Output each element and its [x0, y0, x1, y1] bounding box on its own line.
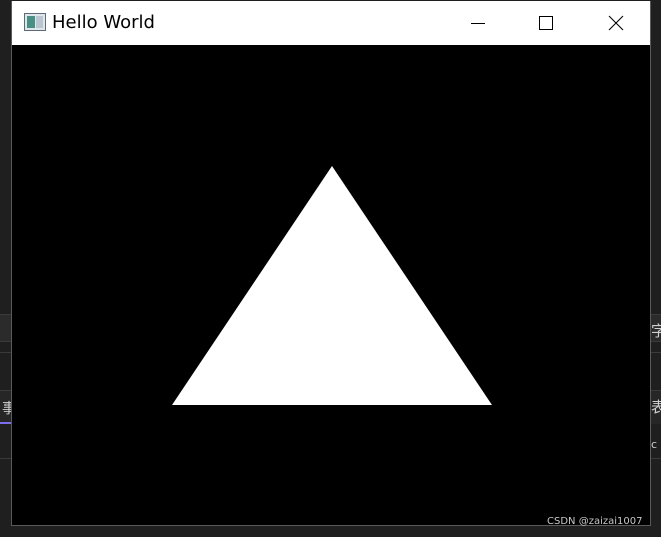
- background-text-fragment: 字: [651, 322, 661, 340]
- minimize-icon: [471, 23, 485, 24]
- maximize-button[interactable]: [512, 1, 580, 45]
- background-text-fragment: 表: [651, 398, 661, 416]
- title-bar[interactable]: Hello World: [12, 1, 650, 45]
- desktop: 事 字 表 c Hello World CSDN @zaizai1007: [0, 0, 661, 537]
- minimize-button[interactable]: [444, 1, 512, 45]
- render-canvas: [12, 45, 650, 525]
- close-icon: [608, 15, 624, 31]
- close-button[interactable]: [582, 1, 650, 45]
- app-window: Hello World: [11, 1, 651, 526]
- maximize-icon: [539, 16, 553, 30]
- render-viewport[interactable]: [12, 45, 650, 525]
- window-title: Hello World: [52, 12, 155, 33]
- app-window-icon[interactable]: [24, 13, 46, 31]
- watermark-text: CSDN @zaizai1007: [547, 516, 643, 527]
- background-text-fragment: c: [651, 438, 658, 451]
